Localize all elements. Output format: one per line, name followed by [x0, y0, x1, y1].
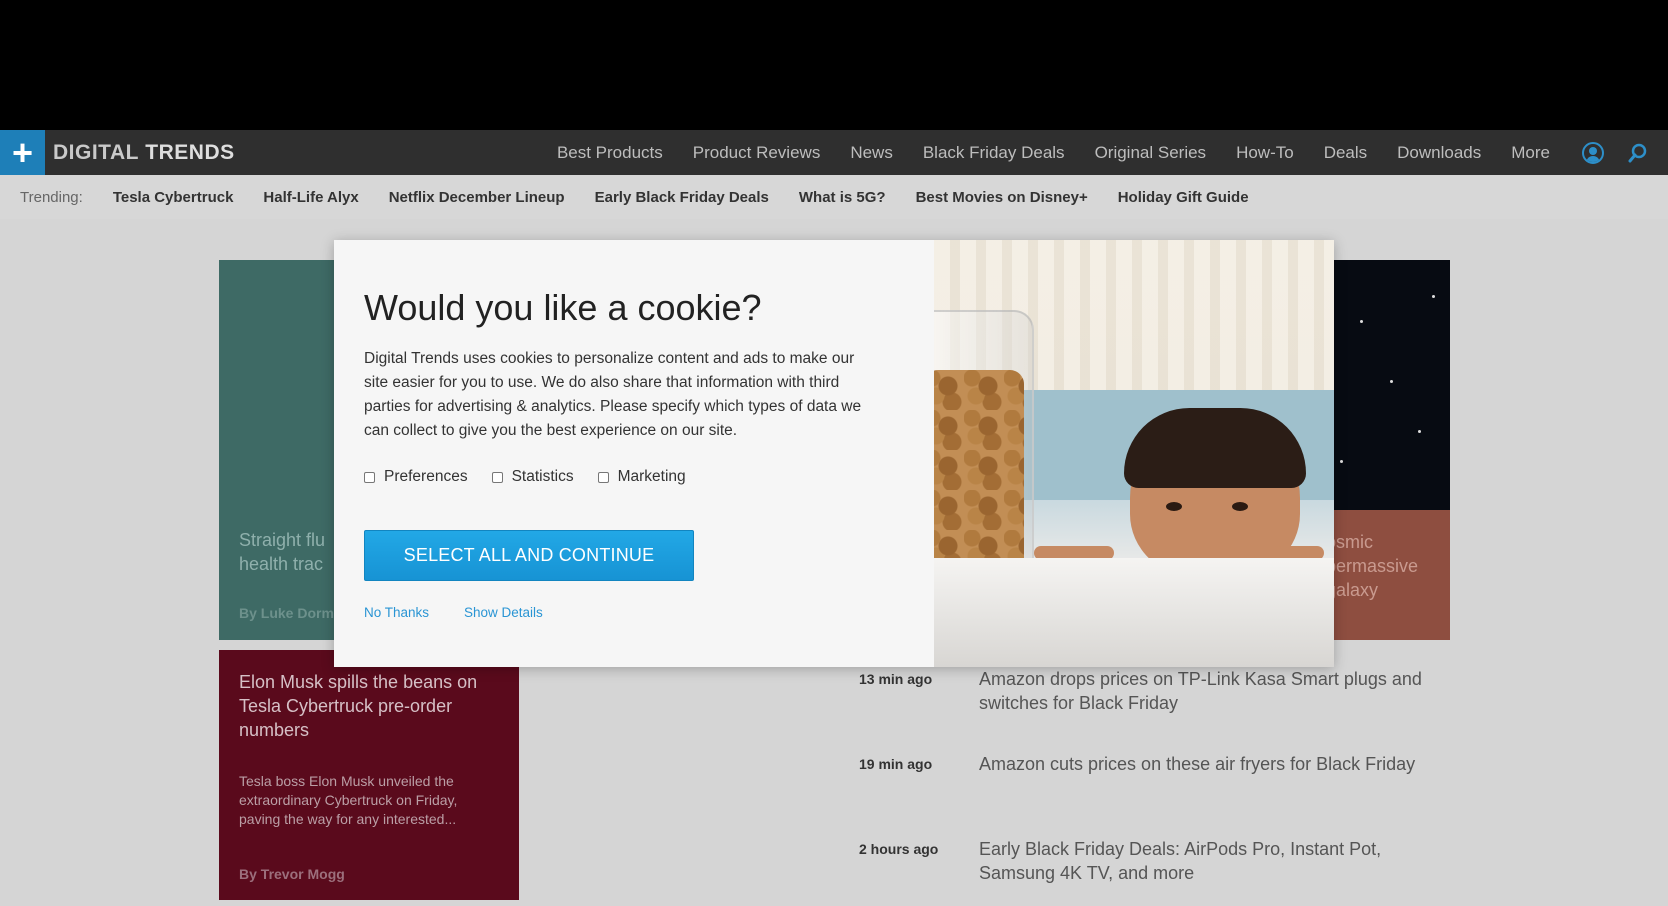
statistics-checkbox[interactable]	[491, 471, 503, 483]
feed-title[interactable]: Early Black Friday Deals: AirPods Pro, I…	[979, 837, 1429, 885]
cookie-consent-modal: Would you like a cookie? Digital Trends …	[334, 240, 1334, 667]
cookie-modal-description: Digital Trends uses cookies to personali…	[364, 350, 862, 439]
nav-more[interactable]: More	[1511, 143, 1550, 163]
trending-item[interactable]: Netflix December Lineup	[389, 189, 565, 206]
feed-time: 2 hours ago	[859, 841, 939, 857]
trending-item[interactable]: Half-Life Alyx	[263, 189, 358, 206]
option-label: Statistics	[511, 468, 574, 485]
article-byline: By Luke Dorm	[239, 605, 334, 621]
nav-how-to[interactable]: How-To	[1236, 143, 1294, 163]
trending-item[interactable]: Holiday Gift Guide	[1118, 189, 1249, 206]
nav-deals[interactable]: Deals	[1324, 143, 1367, 163]
article-title: Elon Musk spills the beans on Tesla Cybe…	[239, 672, 478, 740]
nav-news[interactable]: News	[850, 143, 893, 163]
user-account-icon[interactable]	[1582, 142, 1604, 164]
cookie-option-statistics[interactable]: Statistics	[491, 468, 574, 486]
no-thanks-link[interactable]: No Thanks	[364, 605, 429, 620]
top-navigation: + DIGITAL TRENDS Best Products Product R…	[0, 130, 1668, 175]
cookie-option-preferences[interactable]: Preferences	[364, 468, 468, 486]
nav-original-series[interactable]: Original Series	[1095, 143, 1207, 163]
option-label: Marketing	[617, 468, 686, 485]
logo-text-light: DIGITAL	[53, 140, 139, 164]
show-details-link[interactable]: Show Details	[464, 605, 543, 620]
article-card-orange[interactable]: osmic permassive galaxy	[1320, 510, 1450, 640]
trending-item[interactable]: What is 5G?	[799, 189, 886, 206]
feed-title[interactable]: Amazon cuts prices on these air fryers f…	[979, 752, 1429, 776]
trending-item[interactable]: Tesla Cybertruck	[113, 189, 234, 206]
ad-banner	[0, 0, 1668, 130]
site-logo[interactable]: DIGITAL TRENDS	[53, 141, 235, 165]
trending-item[interactable]: Best Movies on Disney+	[916, 189, 1088, 206]
nav-best-products[interactable]: Best Products	[557, 143, 663, 163]
cookie-options: Preferences Statistics Marketing	[364, 468, 710, 486]
nav-black-friday-deals[interactable]: Black Friday Deals	[923, 143, 1065, 163]
article-card-maroon[interactable]: Elon Musk spills the beans on Tesla Cybe…	[219, 650, 519, 900]
trending-bar: Trending: Tesla Cybertruck Half-Life Aly…	[0, 175, 1668, 219]
feed-time: 19 min ago	[859, 756, 933, 772]
trending-label: Trending:	[20, 188, 83, 206]
nav-product-reviews[interactable]: Product Reviews	[693, 143, 821, 163]
article-title: osmic permassive galaxy	[1326, 532, 1419, 600]
search-icon[interactable]	[1628, 143, 1648, 163]
cookie-modal-title: Would you like a cookie?	[364, 287, 762, 328]
article-card-space-image[interactable]	[1320, 260, 1450, 510]
cookie-jar-photo	[934, 240, 1334, 667]
nav-downloads[interactable]: Downloads	[1397, 143, 1481, 163]
select-all-continue-button[interactable]: SELECT ALL AND CONTINUE	[364, 530, 694, 581]
logo-plus-icon[interactable]: +	[0, 130, 45, 175]
nav-links: Best Products Product Reviews News Black…	[527, 130, 1550, 175]
option-label: Preferences	[384, 468, 468, 485]
preferences-checkbox[interactable]	[364, 471, 375, 483]
cookie-modal-panel: Would you like a cookie? Digital Trends …	[334, 240, 934, 667]
logo-text-bold: TRENDS	[145, 140, 235, 164]
article-description: Tesla boss Elon Musk unveiled the extrao…	[239, 773, 458, 827]
trending-item[interactable]: Early Black Friday Deals	[595, 189, 769, 206]
feed-title[interactable]: Amazon drops prices on TP-Link Kasa Smar…	[979, 667, 1429, 715]
marketing-checkbox[interactable]	[597, 471, 609, 483]
cookie-option-marketing[interactable]: Marketing	[597, 468, 686, 486]
feed-time: 13 min ago	[859, 671, 933, 687]
article-byline: By Trevor Mogg	[239, 866, 345, 882]
